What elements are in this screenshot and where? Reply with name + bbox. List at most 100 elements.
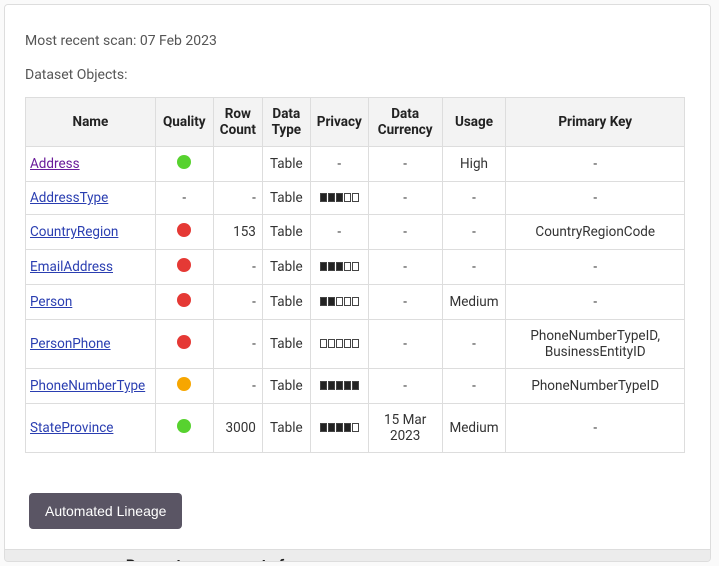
quality-dot-icon bbox=[177, 419, 191, 433]
table-row: StateProvince 3000Table 15 Mar 2023Medium- bbox=[26, 404, 685, 453]
cell-row-count: - bbox=[213, 320, 262, 369]
cell-primary-key: - bbox=[506, 147, 685, 182]
cell-privacy bbox=[310, 369, 368, 404]
cell-name: StateProvince bbox=[26, 404, 156, 453]
cell-data-currency: 15 Mar 2023 bbox=[368, 404, 442, 453]
cell-name: EmailAddress bbox=[26, 250, 156, 285]
cell-name: Address bbox=[26, 147, 156, 182]
cell-usage: - bbox=[442, 250, 506, 285]
cell-row-count: - bbox=[213, 369, 262, 404]
scan-date: 07 Feb 2023 bbox=[140, 33, 217, 49]
cell-primary-key: - bbox=[506, 182, 685, 215]
cell-row-count: 153 bbox=[213, 215, 262, 250]
object-link[interactable]: EmailAddress bbox=[30, 259, 113, 275]
table-row: Person-Table-Medium- bbox=[26, 285, 685, 320]
cell-usage: - bbox=[442, 182, 506, 215]
cell-usage: Medium bbox=[442, 404, 506, 453]
cell-data-currency: - bbox=[368, 285, 442, 320]
request-assessment-label: Request assessment of bbox=[5, 556, 385, 562]
quality-dot-icon bbox=[177, 258, 191, 272]
cell-primary-key: PhoneNumberTypeID bbox=[506, 369, 685, 404]
cell-usage: Medium bbox=[442, 285, 506, 320]
cell-data-type: Table bbox=[262, 285, 310, 320]
cell-primary-key: - bbox=[506, 404, 685, 453]
cell-name: PhoneNumberType bbox=[26, 369, 156, 404]
quality-dot-icon bbox=[177, 155, 191, 169]
cell-usage: - bbox=[442, 369, 506, 404]
scan-label: Most recent scan: bbox=[25, 33, 140, 49]
cell-data-currency: - bbox=[368, 215, 442, 250]
cell-data-type: Table bbox=[262, 182, 310, 215]
col-data-currency: Data Currency bbox=[368, 98, 442, 147]
cell-usage: - bbox=[442, 215, 506, 250]
automated-lineage-button[interactable]: Automated Lineage bbox=[29, 493, 182, 529]
scan-date-line: Most recent scan: 07 Feb 2023 bbox=[25, 33, 698, 49]
object-link[interactable]: StateProvince bbox=[30, 420, 113, 436]
cell-privacy bbox=[310, 404, 368, 453]
object-link[interactable]: PersonPhone bbox=[30, 336, 111, 352]
cell-quality bbox=[155, 285, 213, 320]
cell-quality bbox=[155, 320, 213, 369]
cell-privacy: - bbox=[310, 147, 368, 182]
table-row: AddressType--Table--- bbox=[26, 182, 685, 215]
cell-data-type: Table bbox=[262, 215, 310, 250]
cell-name: PersonPhone bbox=[26, 320, 156, 369]
cell-row-count: - bbox=[213, 182, 262, 215]
object-link[interactable]: Person bbox=[30, 294, 72, 310]
quality-dot-icon bbox=[177, 293, 191, 307]
cell-primary-key: - bbox=[506, 250, 685, 285]
cell-usage: - bbox=[442, 320, 506, 369]
quality-dot-icon bbox=[177, 377, 191, 391]
cell-data-currency: - bbox=[368, 182, 442, 215]
object-link[interactable]: PhoneNumberType bbox=[30, 378, 145, 394]
cell-name: CountryRegion bbox=[26, 215, 156, 250]
cell-data-currency: - bbox=[368, 369, 442, 404]
cell-data-currency: - bbox=[368, 320, 442, 369]
dataset-panel[interactable]: Most recent scan: 07 Feb 2023 Dataset Ob… bbox=[4, 4, 711, 562]
cell-privacy bbox=[310, 320, 368, 369]
quality-dot-icon bbox=[177, 335, 191, 349]
dataset-objects-table: Name Quality Row Count Data Type Privacy… bbox=[25, 97, 685, 453]
cell-data-currency: - bbox=[368, 147, 442, 182]
object-link[interactable]: Address bbox=[30, 156, 80, 172]
dataset-objects-label: Dataset Objects: bbox=[25, 67, 698, 83]
col-privacy: Privacy bbox=[310, 98, 368, 147]
cell-row-count: 3000 bbox=[213, 404, 262, 453]
object-link[interactable]: AddressType bbox=[30, 190, 108, 206]
cell-quality bbox=[155, 369, 213, 404]
cell-primary-key: - bbox=[506, 285, 685, 320]
col-name: Name bbox=[26, 98, 156, 147]
privacy-level-icon bbox=[320, 339, 359, 348]
privacy-level-icon bbox=[320, 262, 359, 271]
col-usage: Usage bbox=[442, 98, 506, 147]
cell-usage: High bbox=[442, 147, 506, 182]
cell-name: AddressType bbox=[26, 182, 156, 215]
privacy-level-icon bbox=[320, 381, 359, 390]
cell-row-count: - bbox=[213, 285, 262, 320]
privacy-level-icon bbox=[320, 423, 359, 432]
privacy-level-icon bbox=[320, 193, 359, 202]
request-assessment-bar[interactable]: Request assessment of bbox=[5, 549, 710, 562]
cell-primary-key: CountryRegionCode bbox=[506, 215, 685, 250]
cell-quality bbox=[155, 250, 213, 285]
cell-data-type: Table bbox=[262, 369, 310, 404]
cell-privacy bbox=[310, 250, 368, 285]
object-link[interactable]: CountryRegion bbox=[30, 224, 118, 240]
table-row: PersonPhone-Table--PhoneNumberTypeID, Bu… bbox=[26, 320, 685, 369]
cell-row-count bbox=[213, 147, 262, 182]
cell-privacy bbox=[310, 182, 368, 215]
table-header-row: Name Quality Row Count Data Type Privacy… bbox=[26, 98, 685, 147]
cell-primary-key: PhoneNumberTypeID, BusinessEntityID bbox=[506, 320, 685, 369]
col-row-count: Row Count bbox=[213, 98, 262, 147]
cell-privacy bbox=[310, 285, 368, 320]
table-row: CountryRegion153Table---CountryRegionCod… bbox=[26, 215, 685, 250]
cell-data-type: Table bbox=[262, 404, 310, 453]
col-data-type: Data Type bbox=[262, 98, 310, 147]
cell-quality bbox=[155, 147, 213, 182]
col-primary-key: Primary Key bbox=[506, 98, 685, 147]
cell-row-count: - bbox=[213, 250, 262, 285]
cell-quality bbox=[155, 404, 213, 453]
cell-quality bbox=[155, 215, 213, 250]
cell-data-currency: - bbox=[368, 250, 442, 285]
quality-dot-icon bbox=[177, 223, 191, 237]
